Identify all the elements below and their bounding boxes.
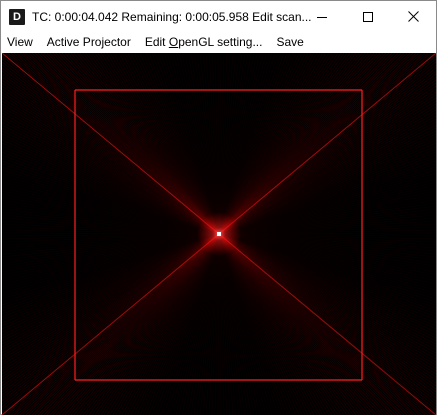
app-window: D TC: 0:00:04.042 Remaining: 0:00:05.958… (0, 0, 437, 415)
menu-edit-opengl-pre: Edit (144, 35, 169, 49)
menu-active-projector[interactable]: Active Projector (40, 35, 138, 49)
menu-save[interactable]: Save (269, 35, 310, 49)
title-bar[interactable]: D TC: 0:00:04.042 Remaining: 0:00:05.958… (1, 1, 436, 32)
menu-edit-opengl-settings[interactable]: Edit OpenGL setting... (138, 35, 270, 49)
menu-bar: View Active Projector Edit OpenGL settin… (1, 32, 436, 52)
menu-view[interactable]: View (1, 35, 40, 49)
menu-edit-opengl-post: penGL setting... (178, 35, 263, 49)
menu-edit-opengl-mnemonic: O (168, 35, 179, 49)
window-title: TC: 0:00:04.042 Remaining: 0:00:05.958 E… (32, 9, 312, 24)
close-icon (408, 11, 419, 22)
laser-preview-canvas[interactable] (2, 53, 436, 415)
maximize-button[interactable] (345, 1, 390, 32)
close-button[interactable] (391, 1, 436, 32)
app-icon[interactable]: D (9, 8, 25, 25)
minimize-icon (316, 16, 327, 18)
laser-preview-svg (2, 53, 436, 415)
maximize-icon (362, 11, 373, 22)
center-hotspot (217, 232, 221, 236)
minimize-button[interactable] (299, 1, 344, 32)
